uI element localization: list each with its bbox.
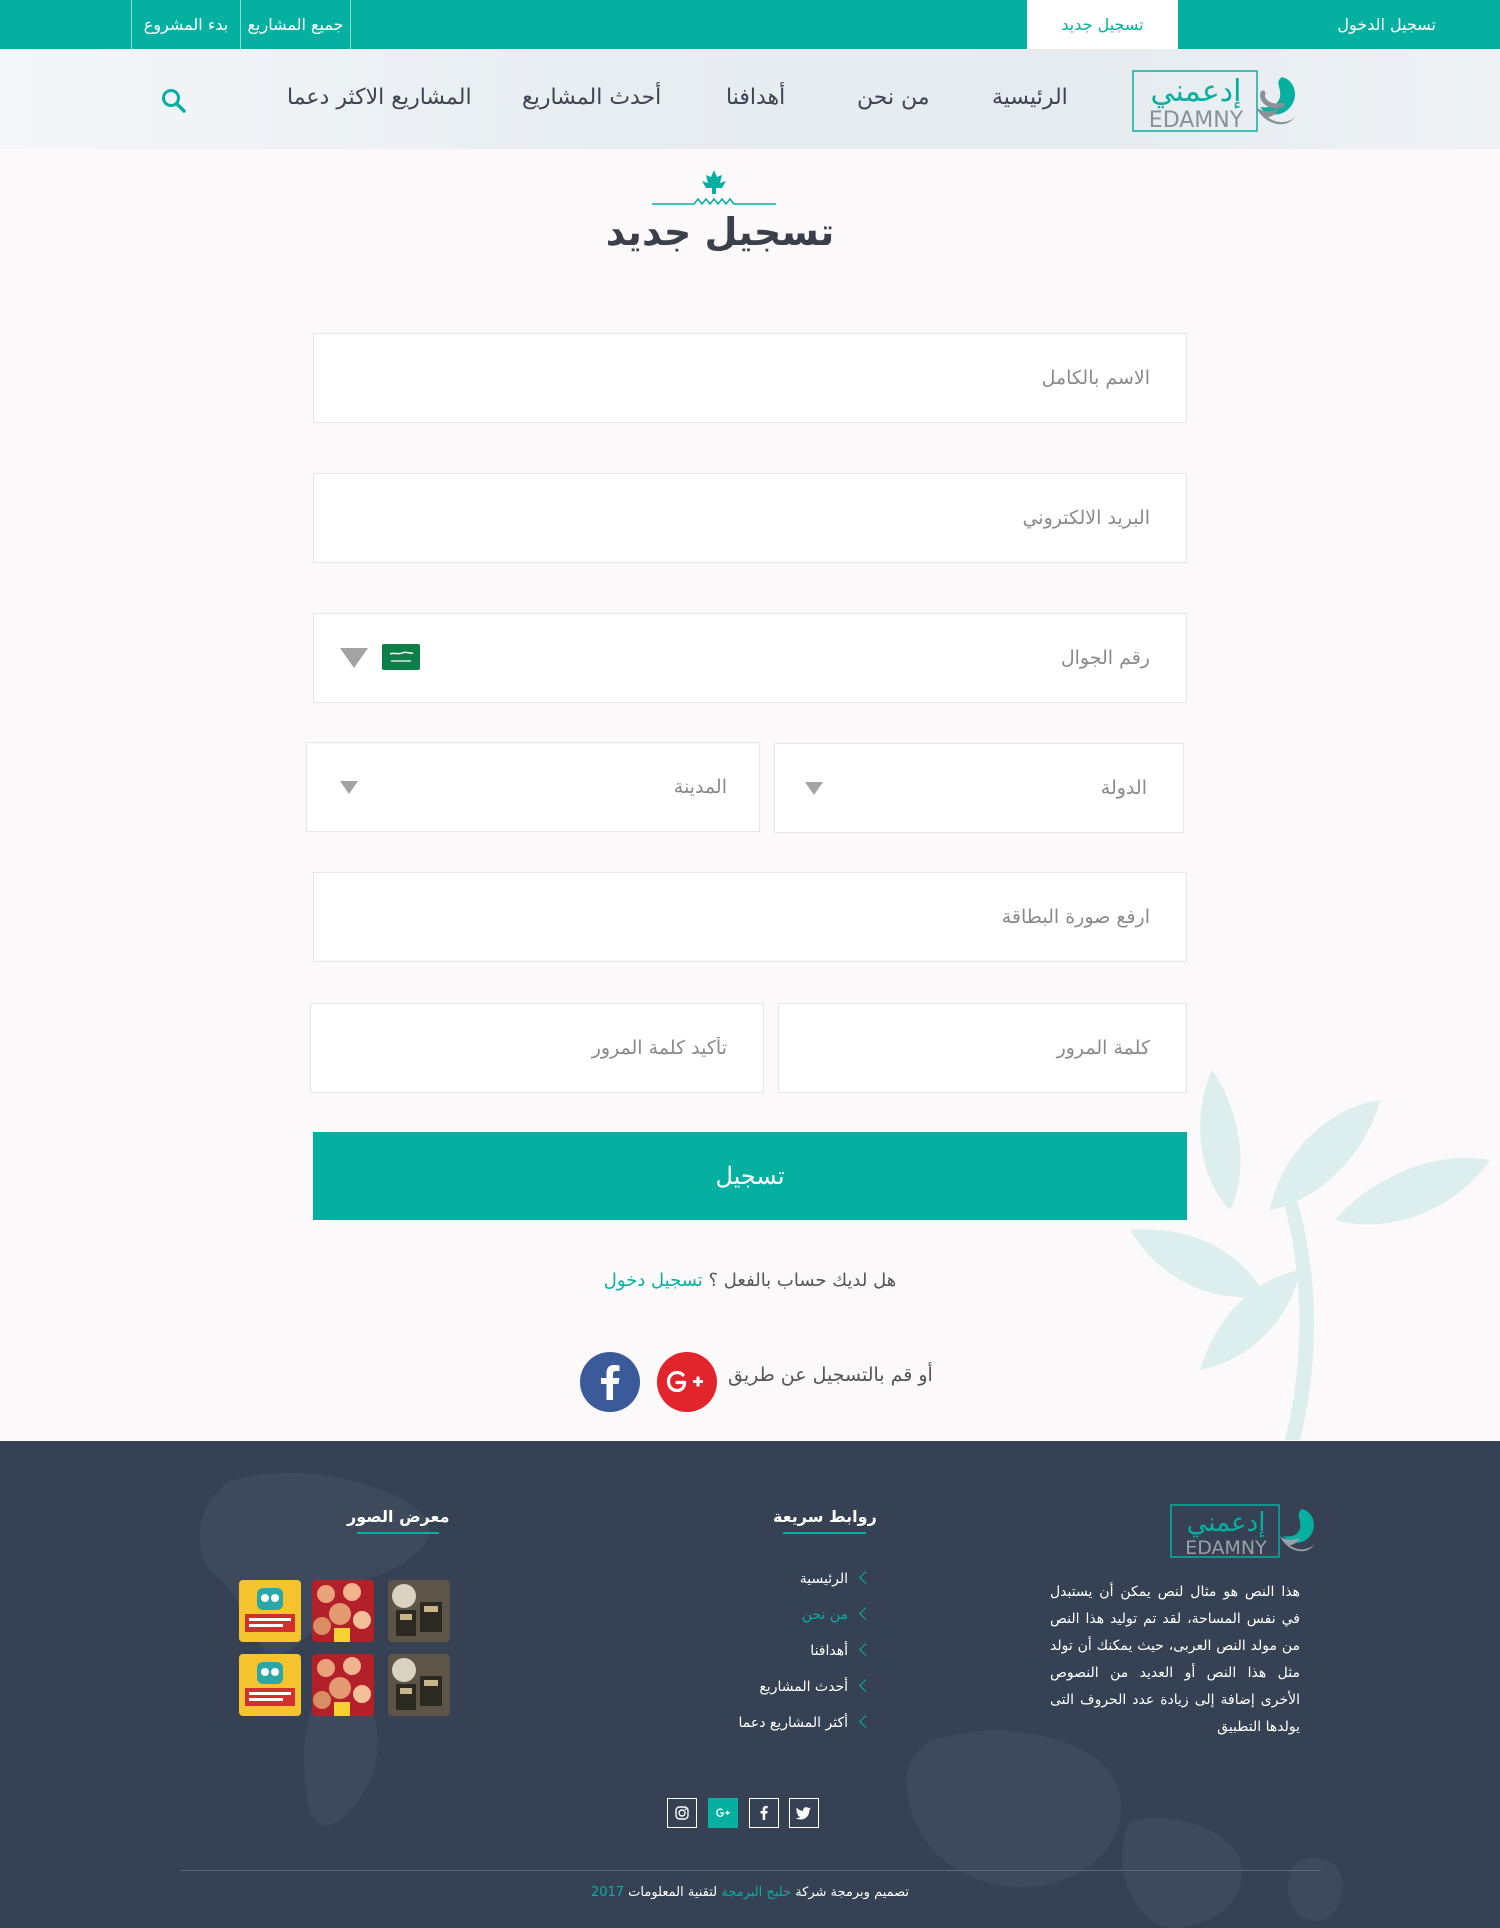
- logo-latin: EDAMNY: [1149, 108, 1244, 133]
- password-field[interactable]: [778, 1003, 1187, 1093]
- quick-link-home[interactable]: الرئيسية: [660, 1561, 872, 1597]
- gallery-heading: معرض الصور: [347, 1507, 450, 1534]
- gallery-thumb[interactable]: [388, 1654, 450, 1716]
- google-plus-button[interactable]: [657, 1352, 717, 1412]
- country-select[interactable]: الدولة: [774, 743, 1184, 833]
- confirm-password-field[interactable]: [310, 1003, 764, 1093]
- chevron-left-icon: [859, 1607, 872, 1620]
- logo-arabic: إدعمني: [1151, 74, 1242, 109]
- footer-logo-latin: EDAMNY: [1185, 1537, 1267, 1559]
- city-label: المدينة: [673, 776, 727, 798]
- chevron-left-icon: [859, 1643, 872, 1656]
- register-submit-button[interactable]: تسجيل: [313, 1132, 1187, 1220]
- chevron-left-icon: [859, 1571, 872, 1584]
- start-project-link[interactable]: بدء المشروع: [131, 0, 241, 49]
- top-bar: تسجيل الدخول تسجيل جديد جميع المشاريع بد…: [0, 0, 1500, 49]
- gallery-thumb[interactable]: [312, 1580, 374, 1642]
- country-code-dropdown-icon[interactable]: [340, 648, 368, 668]
- facebook-button[interactable]: [580, 1352, 640, 1412]
- nav-most-supported[interactable]: المشاريع الاكثر دعما: [287, 85, 472, 110]
- full-name-input[interactable]: [314, 334, 1186, 422]
- facebook-footer-button[interactable]: [749, 1798, 779, 1828]
- email-input[interactable]: [314, 474, 1186, 562]
- mobile-field[interactable]: [313, 613, 1187, 703]
- nav-latest-projects[interactable]: أحدث المشاريع: [522, 85, 661, 110]
- main-navbar: إدعمني EDAMNY الرئيسية من نحن أهدافنا أح…: [0, 49, 1500, 149]
- mobile-input[interactable]: [314, 614, 1186, 702]
- all-projects-link[interactable]: جميع المشاريع: [241, 0, 351, 49]
- twitter-icon: [795, 1807, 811, 1820]
- gallery-thumb[interactable]: [239, 1654, 301, 1716]
- google-plus-icon: [666, 1370, 703, 1393]
- copyright-text: تصميم وبرمجة شركة خليج البرمجة لتقنية ال…: [590, 1885, 910, 1900]
- footer: إدعمني EDAMNY هذا النص هو مثال لنص يمكن …: [0, 1441, 1500, 1928]
- confirm-password-input[interactable]: [311, 1004, 763, 1092]
- upload-card-field[interactable]: [313, 872, 1187, 962]
- facebook-icon: [601, 1365, 620, 1400]
- quick-links-list: الرئيسية من نحن أهدافنا أحدث المشاريع أك…: [660, 1561, 872, 1741]
- chevron-left-icon: [859, 1679, 872, 1692]
- nav-about[interactable]: من نحن: [857, 85, 930, 110]
- have-account-text: هل لديك حساب بالفعل ؟ تسجيل دخول: [500, 1270, 1000, 1291]
- quick-link-latest[interactable]: أحدث المشاريع: [660, 1669, 872, 1705]
- footer-logo-arabic: إدعمني: [1187, 1508, 1266, 1538]
- google-plus-small-icon: [716, 1808, 730, 1818]
- nav-goals[interactable]: أهدافنا: [726, 85, 785, 110]
- city-chevron-down-icon[interactable]: [340, 781, 358, 794]
- quick-links-heading: روابط سريعة: [773, 1507, 877, 1534]
- page-title: تسجيل جديد: [605, 210, 835, 254]
- maple-leaf-icon: [652, 170, 776, 206]
- social-register-text: أو قم بالتسجيل عن طريق: [728, 1364, 933, 1386]
- instagram-icon: [675, 1806, 689, 1820]
- saudi-flag-icon[interactable]: [382, 644, 420, 670]
- country-chevron-down-icon[interactable]: [805, 782, 823, 795]
- search-icon[interactable]: [160, 87, 188, 115]
- email-field[interactable]: [313, 473, 1187, 563]
- gallery-thumb[interactable]: [388, 1580, 450, 1642]
- footer-about-text: هذا النص هو مثال لنص يمكن أن يستبدل في ن…: [1050, 1584, 1300, 1735]
- instagram-button[interactable]: [667, 1798, 697, 1828]
- twitter-button[interactable]: [789, 1798, 819, 1828]
- gallery-thumb[interactable]: [312, 1654, 374, 1716]
- country-label: الدولة: [1100, 777, 1147, 799]
- gallery-thumb[interactable]: [239, 1580, 301, 1642]
- google-plus-footer-button[interactable]: [708, 1798, 738, 1828]
- nav-home[interactable]: الرئيسية: [992, 85, 1068, 110]
- login-link-inline[interactable]: تسجيل دخول: [604, 1270, 703, 1291]
- full-name-field[interactable]: [313, 333, 1187, 423]
- quick-link-goals[interactable]: أهدافنا: [660, 1633, 872, 1669]
- edamny-logo[interactable]: إدعمني EDAMNY: [1132, 67, 1298, 135]
- footer-divider: [181, 1870, 1321, 1871]
- flower-decoration-icon: [1130, 1070, 1490, 1440]
- register-link[interactable]: تسجيل جديد: [1027, 0, 1178, 49]
- chevron-left-icon: [859, 1715, 872, 1728]
- city-select[interactable]: المدينة: [306, 742, 760, 832]
- have-account-question: هل لديك حساب بالفعل ؟: [708, 1270, 897, 1291]
- login-link[interactable]: تسجيل الدخول: [1178, 0, 1500, 49]
- password-input[interactable]: [779, 1004, 1186, 1092]
- footer-edamny-logo[interactable]: إدعمني EDAMNY: [1170, 1501, 1316, 1561]
- facebook-small-icon: [760, 1805, 768, 1820]
- copyright-company-link[interactable]: خليج البرمجة: [721, 1885, 791, 1900]
- quick-link-most-supported[interactable]: أكثر المشاريع دعما: [660, 1705, 872, 1741]
- upload-card-input[interactable]: [314, 873, 1186, 961]
- quick-link-about[interactable]: من نحن: [660, 1597, 872, 1633]
